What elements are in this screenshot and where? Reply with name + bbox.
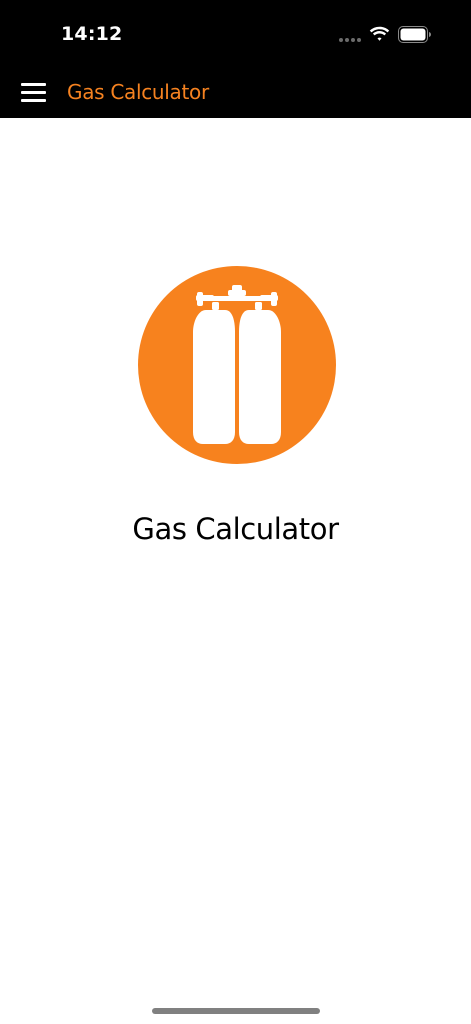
battery-icon: [398, 26, 431, 43]
home-indicator[interactable]: [152, 1008, 320, 1014]
screen: 14:12 Gas Calculator Gas Calculator: [0, 0, 471, 1024]
status-time: 14:12: [61, 23, 123, 45]
app-bar: Gas Calculator: [0, 70, 471, 118]
signal-dots-icon: [339, 38, 361, 42]
status-bar: 14:12: [0, 0, 471, 70]
twin-gas-cylinders-icon: [138, 266, 336, 464]
main-title: Gas Calculator: [132, 512, 339, 546]
app-bar-title: Gas Calculator: [67, 80, 209, 104]
menu-button[interactable]: [14, 78, 52, 108]
wifi-icon: [369, 26, 390, 41]
